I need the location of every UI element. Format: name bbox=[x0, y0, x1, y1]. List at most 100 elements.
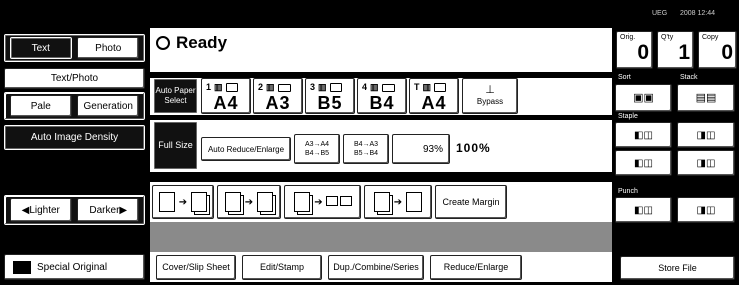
one-sided-original-icon bbox=[158, 192, 175, 212]
divider-2 bbox=[150, 115, 612, 120]
original-counter: Orig. 0 bbox=[616, 31, 653, 69]
paper-stack-icon: ▥ bbox=[266, 82, 275, 92]
stack-button[interactable]: ▤▤ bbox=[677, 84, 735, 112]
combine-two-sided-button[interactable]: ➔ bbox=[364, 185, 432, 219]
staple-icon: ◨◫ bbox=[696, 129, 716, 141]
reduce-preset-line-1: A3→A4 bbox=[304, 141, 330, 148]
special-original-label: Special Original bbox=[37, 261, 108, 273]
paper-orientation-icon bbox=[434, 83, 447, 92]
arrow-right-icon: ➔ bbox=[393, 196, 403, 208]
enlarge-preset-line-1: B4→A3 bbox=[353, 141, 379, 148]
auto-paper-select-label: Auto Paper Select bbox=[155, 86, 196, 105]
special-original-button[interactable]: Special Original bbox=[4, 254, 145, 280]
sort-button[interactable]: ▣▣ bbox=[615, 84, 672, 112]
paper-tray-4-button[interactable]: 4 ▥ B4 bbox=[357, 78, 407, 114]
enlarge-preset-button[interactable]: B4→A3 B5→B4 bbox=[343, 134, 389, 164]
auto-paper-select-button[interactable]: Auto Paper Select bbox=[153, 78, 198, 114]
paper-stack-icon: ▥ bbox=[214, 82, 223, 92]
quantity-counter: Q'ty 1 bbox=[657, 31, 694, 69]
staple-two-left-button[interactable]: ◧◫ bbox=[615, 150, 672, 176]
top-bar bbox=[0, 0, 739, 28]
tab-strip-background bbox=[150, 222, 612, 252]
two-sided-copy-icon bbox=[191, 192, 208, 212]
text-mode-button[interactable]: Text bbox=[9, 37, 72, 59]
tray-1-number: 1 bbox=[206, 82, 212, 92]
auto-image-density-button[interactable]: Auto Image Density bbox=[4, 125, 145, 150]
density-group: ◀ Lighter Darker ▶ bbox=[4, 195, 145, 225]
original-counter-value: 0 bbox=[637, 41, 649, 64]
paper-tray-3-button[interactable]: 3 ▥ B5 bbox=[305, 78, 355, 114]
tab-reduce-enlarge[interactable]: Reduce/Enlarge bbox=[430, 255, 522, 280]
paper-tray-1-button[interactable]: 1 ▥ A4 bbox=[201, 78, 251, 114]
current-ratio: 100% bbox=[456, 141, 491, 155]
multi-page-original-icon bbox=[294, 192, 311, 212]
tray-2-size: A3 bbox=[265, 93, 291, 113]
lighter-label: Lighter bbox=[29, 204, 60, 216]
punch-top-button[interactable]: ◨◫ bbox=[677, 197, 735, 223]
lighter-button[interactable]: ◀ Lighter bbox=[9, 198, 72, 222]
arrow-right-icon: ➔ bbox=[244, 196, 254, 208]
staple-top-right-button[interactable]: ◨◫ bbox=[677, 122, 735, 148]
staple-two-top-button[interactable]: ◨◫ bbox=[677, 150, 735, 176]
punch-icon: ◨◫ bbox=[696, 204, 716, 216]
paper-orientation-icon bbox=[277, 83, 291, 92]
special-original-icon bbox=[13, 260, 31, 274]
darker-button[interactable]: Darker ▶ bbox=[77, 198, 140, 222]
status-text: Ready bbox=[176, 33, 228, 52]
ratio-preset-button[interactable]: 93% bbox=[392, 134, 450, 164]
tab-cover-slip-sheet[interactable]: Cover/Slip Sheet bbox=[156, 255, 236, 280]
reduce-preset-button[interactable]: A3→A4 B4→B5 bbox=[294, 134, 340, 164]
pale-mode-button[interactable]: Pale bbox=[9, 95, 72, 117]
ready-circle-icon bbox=[156, 36, 170, 50]
text-photo-mode-button[interactable]: Text/Photo bbox=[4, 68, 145, 89]
tray-3-size: B5 bbox=[317, 93, 343, 113]
copy-counter: Copy 0 bbox=[698, 31, 737, 69]
paper-stack-icon: ▥ bbox=[370, 82, 379, 92]
punch-label: Punch bbox=[618, 188, 638, 195]
punch-icon: ◧◫ bbox=[634, 204, 653, 216]
bypass-label: Bypass bbox=[476, 97, 504, 106]
copy-counter-value: 0 bbox=[721, 41, 733, 64]
two-sided-to-two-sided-button[interactable]: ➔ bbox=[217, 185, 281, 219]
arrow-right-icon: ▶ bbox=[119, 204, 128, 216]
tab-edit-stamp[interactable]: Edit/Stamp bbox=[242, 255, 322, 280]
original-type-group-2: Pale Generation bbox=[4, 92, 145, 120]
staple-icon: ◧◫ bbox=[634, 129, 653, 141]
datetime: 2008 12:44 bbox=[680, 10, 716, 17]
sort-icon: ▣▣ bbox=[633, 91, 654, 104]
paper-tray-2-button[interactable]: 2 ▥ A3 bbox=[253, 78, 303, 114]
photo-mode-button[interactable]: Photo bbox=[77, 37, 140, 59]
sort-label: Sort bbox=[618, 74, 631, 81]
full-size-button[interactable]: Full Size bbox=[153, 121, 198, 170]
generation-mode-button[interactable]: Generation bbox=[77, 95, 140, 117]
stack-icon: ▤▤ bbox=[695, 91, 717, 104]
tray-4-number: 4 bbox=[362, 82, 368, 92]
staple-icon: ◨◫ bbox=[696, 157, 716, 169]
stack-label: Stack bbox=[680, 74, 698, 81]
one-sided-to-two-sided-button[interactable]: ➔ bbox=[152, 185, 214, 219]
tray-3-number: 3 bbox=[310, 82, 316, 92]
store-file-button[interactable]: Store File bbox=[620, 256, 735, 280]
tab-dup-combine-series[interactable]: Dup./Combine/Series bbox=[328, 255, 424, 280]
enlarge-preset-line-2: B5→B4 bbox=[353, 150, 379, 157]
staple-top-left-button[interactable]: ◧◫ bbox=[615, 122, 672, 148]
left-panel bbox=[0, 28, 150, 285]
copier-control-panel: { "status": {"text": "Ready", "indicator… bbox=[0, 0, 739, 285]
create-margin-label: Create Margin bbox=[442, 196, 500, 207]
darker-label: Darker bbox=[89, 204, 120, 216]
combined-sheet-icon bbox=[406, 192, 423, 212]
user-code: UEG bbox=[652, 10, 668, 17]
combine-one-sided-button[interactable]: ➔ bbox=[284, 185, 361, 219]
punch-left-button[interactable]: ◧◫ bbox=[615, 197, 672, 223]
tray-t-number: T bbox=[414, 82, 420, 92]
multi-page-original-icon bbox=[373, 192, 390, 212]
auto-reduce-enlarge-button[interactable]: Auto Reduce/Enlarge bbox=[201, 137, 291, 161]
create-margin-button[interactable]: Create Margin bbox=[435, 185, 507, 219]
paper-orientation-icon bbox=[381, 83, 395, 92]
bypass-tray-button[interactable]: ⊥ Bypass bbox=[462, 78, 518, 114]
bypass-tray-icon: ⊥ bbox=[485, 84, 495, 96]
arrow-right-icon: ➔ bbox=[178, 196, 188, 208]
paper-tray-t-button[interactable]: T ▥ A4 bbox=[409, 78, 459, 114]
paper-orientation-icon bbox=[329, 83, 342, 92]
staple-label: Staple bbox=[618, 113, 638, 120]
